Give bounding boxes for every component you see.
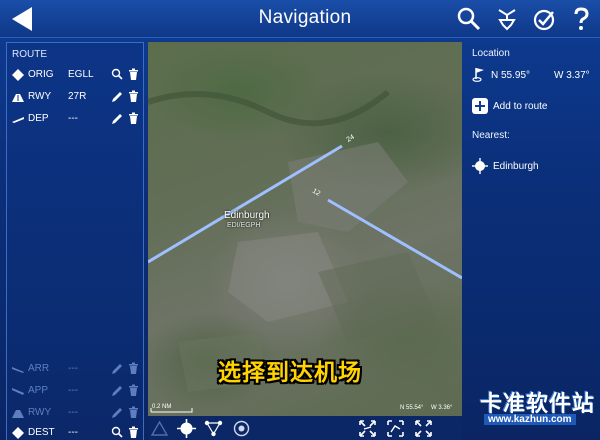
origin-diamond-icon xyxy=(12,69,24,81)
airport-target-icon[interactable] xyxy=(177,419,196,438)
route-value: EGLL xyxy=(68,69,94,80)
route-row-dest[interactable]: DEST --- xyxy=(7,423,143,440)
trash-icon[interactable] xyxy=(128,426,139,439)
route-label: DEST xyxy=(28,427,55,438)
route-heading: ROUTE xyxy=(12,49,47,60)
route-value: --- xyxy=(68,113,78,124)
watermark-url: www.kazhun.com xyxy=(484,414,576,425)
check-badge-icon[interactable] xyxy=(531,6,557,32)
location-lat: N 55.95° xyxy=(491,70,531,81)
scale-label: 0.2 NM xyxy=(152,404,172,410)
route-label: APP xyxy=(28,385,49,396)
departure-icon xyxy=(12,113,24,125)
route-row-arr-rwy[interactable]: RWY --- xyxy=(7,403,143,423)
map-airport-code: EDI/EGPH xyxy=(227,222,261,229)
waypoint-network-icon[interactable] xyxy=(204,419,223,438)
route-value: --- xyxy=(68,385,78,396)
route-label: ORIG xyxy=(28,69,54,80)
route-label: RWY xyxy=(28,91,52,102)
add-to-route-button[interactable]: Add to route xyxy=(472,98,596,114)
runway-icon xyxy=(12,407,24,419)
info-panel: Location N 55.95° W 3.37° Add to route N… xyxy=(466,42,600,440)
route-row-app[interactable]: APP --- xyxy=(7,381,143,401)
route-label: RWY xyxy=(28,407,52,418)
map-coord-lon: W 3.36° xyxy=(431,405,453,411)
pencil-icon[interactable] xyxy=(111,90,123,103)
routing-icon[interactable] xyxy=(494,6,520,32)
route-value: --- xyxy=(68,363,78,374)
runway-icon xyxy=(12,91,24,103)
map-airport-name[interactable]: Edinburgh xyxy=(224,210,270,221)
route-row-dep[interactable]: DEP --- xyxy=(7,109,143,129)
map-coord-lat: N 55.54° xyxy=(400,405,424,411)
airport-target-icon xyxy=(472,158,488,174)
vor-icon[interactable] xyxy=(232,419,251,438)
route-label: ARR xyxy=(28,363,50,374)
trash-icon[interactable] xyxy=(128,384,139,397)
help-icon[interactable] xyxy=(568,6,594,32)
triangle-icon[interactable] xyxy=(150,419,169,438)
destination-diamond-icon xyxy=(12,427,24,439)
location-coordinates: N 55.95° W 3.37° xyxy=(472,68,600,82)
nearest-airport-item[interactable]: Edinburgh xyxy=(472,158,596,174)
route-label: DEP xyxy=(28,113,49,124)
zoom-fit-icon[interactable] xyxy=(358,419,377,438)
back-arrow-icon[interactable] xyxy=(8,5,38,33)
video-caption: 选择到达机场 xyxy=(218,359,362,385)
runway-number-a: 24 xyxy=(346,134,356,144)
search-icon[interactable] xyxy=(456,6,482,32)
trash-icon[interactable] xyxy=(128,68,139,81)
expand-icon[interactable] xyxy=(414,419,433,438)
nearest-airport-name: Edinburgh xyxy=(493,161,539,172)
route-value: --- xyxy=(68,427,78,438)
trash-icon[interactable] xyxy=(128,112,139,125)
page-title: Navigation xyxy=(258,7,352,28)
pencil-icon[interactable] xyxy=(111,362,123,375)
field-area xyxy=(318,252,438,342)
watermark: 卡准软件站 www.kazhun.com xyxy=(470,386,600,440)
trash-icon[interactable] xyxy=(128,90,139,103)
pencil-icon[interactable] xyxy=(111,384,123,397)
app-window: Navigation ROUTE ORIG EGLL RWY 27R DEP -… xyxy=(0,0,600,440)
trash-icon[interactable] xyxy=(128,362,139,375)
plus-icon xyxy=(472,98,488,114)
route-value: --- xyxy=(68,407,78,418)
river xyxy=(148,89,390,127)
approach-icon xyxy=(12,385,24,397)
flag-pin-icon xyxy=(472,66,486,82)
route-value: 27R xyxy=(68,91,87,102)
route-fit-icon[interactable] xyxy=(386,419,405,438)
location-heading: Location xyxy=(472,48,510,59)
pencil-icon[interactable] xyxy=(111,112,123,125)
terminal-area xyxy=(288,142,408,232)
route-row-arr[interactable]: ARR --- xyxy=(7,359,143,379)
route-row-orig[interactable]: ORIG EGLL xyxy=(7,65,143,85)
nearest-heading: Nearest: xyxy=(472,130,510,141)
search-icon[interactable] xyxy=(111,426,123,439)
route-panel: ROUTE ORIG EGLL RWY 27R DEP --- ARR --- … xyxy=(6,42,144,440)
location-lon: W 3.37° xyxy=(554,70,590,81)
add-to-route-label: Add to route xyxy=(493,101,548,112)
arrival-icon xyxy=(12,363,24,375)
map-toolbar xyxy=(148,416,462,440)
route-row-rwy[interactable]: RWY 27R xyxy=(7,87,143,107)
search-icon[interactable] xyxy=(111,68,123,81)
top-bar: Navigation xyxy=(0,0,600,38)
trash-icon[interactable] xyxy=(128,406,139,419)
pencil-icon[interactable] xyxy=(111,406,123,419)
